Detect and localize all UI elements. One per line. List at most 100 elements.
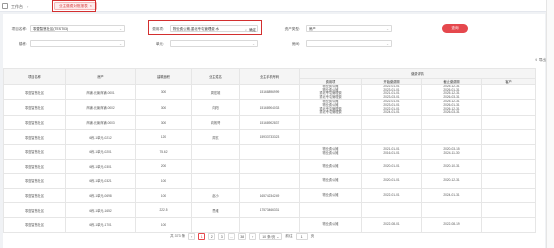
workspace-tab[interactable]: 工作台 <box>11 4 23 10</box>
asset-type-select[interactable]: 房产 ⌄ <box>306 25 392 32</box>
cell-customer <box>481 114 536 131</box>
table-row: 零壹智慧社区 6栋-1单元-0301 200 物业费公摊 2020-01-01 2020-… <box>3 158 536 175</box>
page-button[interactable]: 3 <box>218 233 226 240</box>
cell-project: 零壹智慧社区 <box>3 202 66 218</box>
table-row: 零壹智慧社区 商铺-元聚商铺-0003 300 向帆哥 15168902837 <box>3 114 536 131</box>
cell-fee-item-line: 物业费公摊 <box>322 221 339 226</box>
col-house: 房产 <box>65 68 136 85</box>
cell-area: 75.62 <box>135 143 192 160</box>
cell-end: 2025-12-31 2026-01-31 2025-12-31 2026-03-31 <box>421 83 482 101</box>
col-phone: 业主手机号码 <box>239 68 300 85</box>
unit-label: 单元: <box>155 42 164 46</box>
search-button[interactable]: 查询 <box>442 24 468 33</box>
unit-select[interactable]: ⌄ <box>170 40 258 47</box>
page-button[interactable]: 2 <box>208 233 216 240</box>
cell-area: 200 <box>135 158 192 175</box>
cell-fee-item-line: 物业费公摊 <box>322 163 339 168</box>
goto-label: 前往 <box>285 234 293 238</box>
cell-end: 2024-01-31 <box>421 187 482 204</box>
cell-phone <box>239 173 300 189</box>
cell-fee-item-line: 物业费公摊 <box>322 150 339 155</box>
home-icon[interactable] <box>2 3 8 9</box>
cell-end-line: 2020-10-31 <box>443 163 460 168</box>
cell-end <box>421 114 482 131</box>
cell-fee-item <box>299 202 362 218</box>
page-button[interactable]: 1 <box>198 233 206 240</box>
table-row: 零壹智慧社区 6栋-1单元-0321 100 物业费公摊 2020-01-01 2020-… <box>3 173 536 189</box>
cell-house: 商铺-元聚商铺-0003 <box>65 114 136 131</box>
chevron-down-icon: ⌄ <box>386 42 389 46</box>
scrollbar[interactable] <box>546 0 554 248</box>
cell-project: 零壹智慧社区 <box>3 143 66 160</box>
cell-house: 6栋-1单元-1652 <box>65 202 136 218</box>
cell-fee-item <box>299 114 362 131</box>
cell-end <box>421 129 482 145</box>
cell-fee-item: 物业费公摊 <box>299 173 362 189</box>
page-size-select[interactable]: 10 条/页 ⌄ <box>259 233 283 240</box>
export-button[interactable]: ⇪ 导出 <box>535 58 546 63</box>
cell-fee-item-line: 物业费公摊 <box>322 192 339 197</box>
cell-customer <box>481 129 536 145</box>
cell-fee-item <box>299 129 362 145</box>
table-row: 零壹智慧社区 6栋-1单元-0201 75.62 物业费公摊 物业费公摊 2021-01-… <box>3 143 536 160</box>
col-area: 建筑面积 <box>135 68 192 85</box>
highlight-box <box>52 0 96 12</box>
cell-start: 2022-01-01 <box>361 187 422 204</box>
project-select[interactable]: 零壹智慧社区(TEST03) ⌄ <box>30 25 125 32</box>
cell-start: 2020-01-01 <box>361 173 422 189</box>
cell-fee-item-line: 物业费公摊 <box>322 178 339 183</box>
cell-area: 300 <box>135 83 192 101</box>
cell-customer <box>481 202 536 218</box>
cell-fee-item-line: 重北专屯管理费 <box>319 94 342 99</box>
cell-project: 零壹智慧社区 <box>3 83 66 101</box>
cell-end-line: 2026-03-31 <box>443 110 460 115</box>
cell-owner: 向帆哥 <box>191 114 240 131</box>
page-ellipsis[interactable]: ... <box>228 233 236 240</box>
goto-suffix: 页 <box>310 234 315 238</box>
col-fee-detail: 缴费详情 <box>299 68 536 79</box>
room-select[interactable]: ⌄ <box>306 40 392 47</box>
cell-customer <box>481 99 536 116</box>
cell-phone: 17573466331 <box>239 202 300 218</box>
cell-customer <box>481 173 536 189</box>
cell-project: 零壹智慧社区 <box>3 114 66 131</box>
cell-end-line: 2020-12-31 <box>443 178 460 183</box>
cell-end <box>421 202 482 218</box>
prev-page-button[interactable]: ‹ <box>188 233 196 240</box>
cell-owner: 赵小 <box>191 187 240 204</box>
cell-start <box>361 114 422 131</box>
cell-fee-item: 物业费公摊 <box>299 216 362 233</box>
cell-area: 222.5 <box>135 202 192 218</box>
building-select[interactable]: ⌄ <box>30 40 125 47</box>
asset-type-label: 资产类型: <box>284 27 300 31</box>
table-row: 零壹智慧社区 6栋-1单元-1701 100 物业费公摊 2022-08-01 2022-… <box>3 216 536 233</box>
cell-start-line: 2020-01-01 <box>383 163 400 168</box>
cell-phone: 15168904033 <box>239 99 300 116</box>
chevron-down-icon: ⌄ <box>386 27 389 31</box>
building-label: 楼栋: <box>18 42 27 46</box>
cell-project: 零壹智慧社区 <box>3 129 66 145</box>
cell-owner: 思维 <box>191 202 240 218</box>
page-button[interactable]: 38 <box>238 233 247 240</box>
chevron-down-icon: ⌄ <box>119 27 122 31</box>
cell-project: 零壹智慧社区 <box>3 158 66 175</box>
cell-end-line: 2024-11-30 <box>443 150 460 155</box>
cell-end-line: 2026-03-31 <box>443 94 460 99</box>
cell-start: 2022-01-01 2023-01-01 2021-01-01 2023-03-01 <box>361 83 422 101</box>
cell-owner: 周玄 <box>191 129 240 145</box>
chevron-down-icon: ⌄ <box>276 235 280 239</box>
next-page-button[interactable]: › <box>249 233 257 240</box>
cell-start-line: 2020-01-01 <box>383 178 400 183</box>
cell-start: 2021-01-01 2016-01-01 <box>361 143 422 160</box>
cell-fee-item-line: 重北专屯管理费 <box>319 110 342 115</box>
table-row: 零壹智慧社区 6栋-1单元-0212 120 周玄 15933733323 <box>3 129 536 145</box>
table-row: 零壹智慧社区 6栋-1单元-1652 222.5 思维 17573466331 <box>3 202 536 218</box>
cell-phone <box>239 143 300 160</box>
cell-area: 300 <box>135 99 192 116</box>
cell-owner <box>191 216 240 233</box>
cell-house: 6栋-1单元-1701 <box>65 216 136 233</box>
goto-input[interactable]: 1 <box>295 233 308 240</box>
cell-area: 100 <box>135 173 192 189</box>
cell-end-line: 2022-08-19 <box>443 221 460 226</box>
cell-customer <box>481 83 536 101</box>
